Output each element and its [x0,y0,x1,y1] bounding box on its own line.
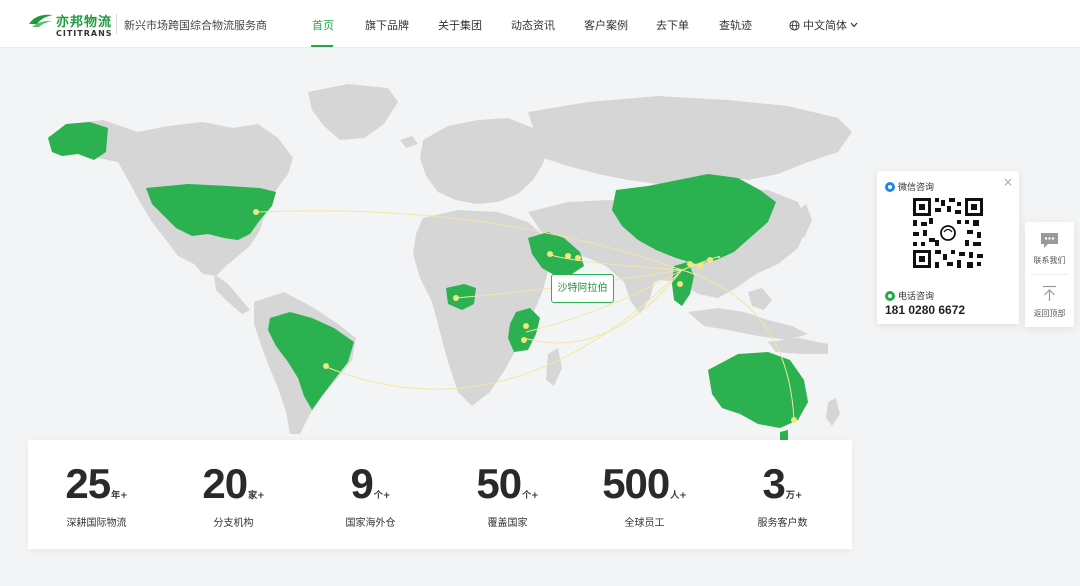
stat-value: 20 [202,460,248,507]
back-to-top-label: 返回顶部 [1033,309,1066,318]
stat-unit: 个+ [373,491,391,501]
stat-label: 深耕国际物流 [66,518,127,529]
country-tooltip: 沙特阿拉伯 [551,274,614,303]
contact-us-button[interactable]: 联系我们 [1025,222,1074,274]
logo-text-cn: 亦邦物流 [56,15,113,30]
qr-code-image [911,196,985,270]
stat-value: 9 [350,460,374,507]
nav-item-cases[interactable]: 客户案例 [584,17,628,33]
stat-label: 覆盖国家 [487,518,528,529]
phone-icon [885,290,895,301]
stat-value: 25 [65,460,111,507]
stat-item: 9个+ 国家海外仓 [302,440,439,549]
wechat-heading: 微信咨询 [885,180,934,193]
logo-mark-icon [29,14,53,27]
stat-item: 25年+ 深耕国际物流 [28,440,165,549]
contact-us-label: 联系我们 [1033,256,1066,265]
side-toolbar: 联系我们 返回顶部 [1025,222,1074,327]
stat-item: 3万+ 服务客户数 [713,440,852,549]
logo[interactable]: 亦邦物流 CITITRANS [28,10,113,40]
tagline: 新兴市场跨国综合物流服务商 [124,19,267,32]
stat-label: 国家海外仓 [345,518,396,529]
site-header: 亦邦物流 CITITRANS 新兴市场跨国综合物流服务商 首页 旗下品牌 关于集… [0,0,1080,48]
contact-card: × 微信咨询 电话咨询 181 0280 6672 [877,171,1019,324]
stats-panel: 25年+ 深耕国际物流 20家+ 分支机构 9个+ 国家海外仓 50个+ 覆盖国… [28,440,852,549]
nav-item-home[interactable]: 首页 [312,17,334,33]
logo-text-en: CITITRANS [56,29,113,38]
stat-label: 服务客户数 [757,518,808,529]
stat-item: 500人+ 全球员工 [576,440,713,549]
world-map-graphic [48,84,852,440]
language-label: 中文简体 [803,19,847,32]
stat-label: 分支机构 [213,518,254,529]
header-divider [116,14,117,34]
nav-active-indicator [311,45,333,47]
stat-unit: 个+ [522,491,539,501]
stat-value: 3 [762,460,786,507]
nav-item-about[interactable]: 关于集团 [438,17,482,33]
stat-unit: 年+ [111,491,128,501]
stat-value: 500 [602,460,670,507]
back-to-top-button[interactable]: 返回顶部 [1025,275,1074,327]
nav-item-tracking[interactable]: 查轨迹 [719,17,752,33]
language-selector[interactable]: 中文简体 [789,17,858,33]
phone-number[interactable]: 181 0280 6672 [885,303,965,317]
globe-icon [789,19,800,31]
arrow-up-icon [1043,285,1056,301]
stat-unit: 万+ [785,491,803,501]
wechat-label: 微信咨询 [898,183,935,193]
world-map: 沙特阿拉伯 [28,62,852,442]
stat-unit: 家+ [248,491,265,501]
stat-label: 全球员工 [624,518,665,529]
chat-bubble-icon [1041,233,1058,248]
stat-item: 50个+ 覆盖国家 [439,440,576,549]
phone-label: 电话咨询 [898,292,935,302]
nav-item-news[interactable]: 动态资讯 [511,17,555,33]
chevron-down-icon [850,22,858,28]
wechat-icon [885,181,895,192]
phone-heading: 电话咨询 [885,289,934,302]
nav-item-brands[interactable]: 旗下品牌 [365,17,409,33]
close-icon[interactable]: × [1003,175,1013,189]
stat-value: 50 [476,460,522,507]
stat-unit: 人+ [670,491,687,501]
stat-item: 20家+ 分支机构 [165,440,302,549]
nav-item-order[interactable]: 去下单 [656,17,689,33]
